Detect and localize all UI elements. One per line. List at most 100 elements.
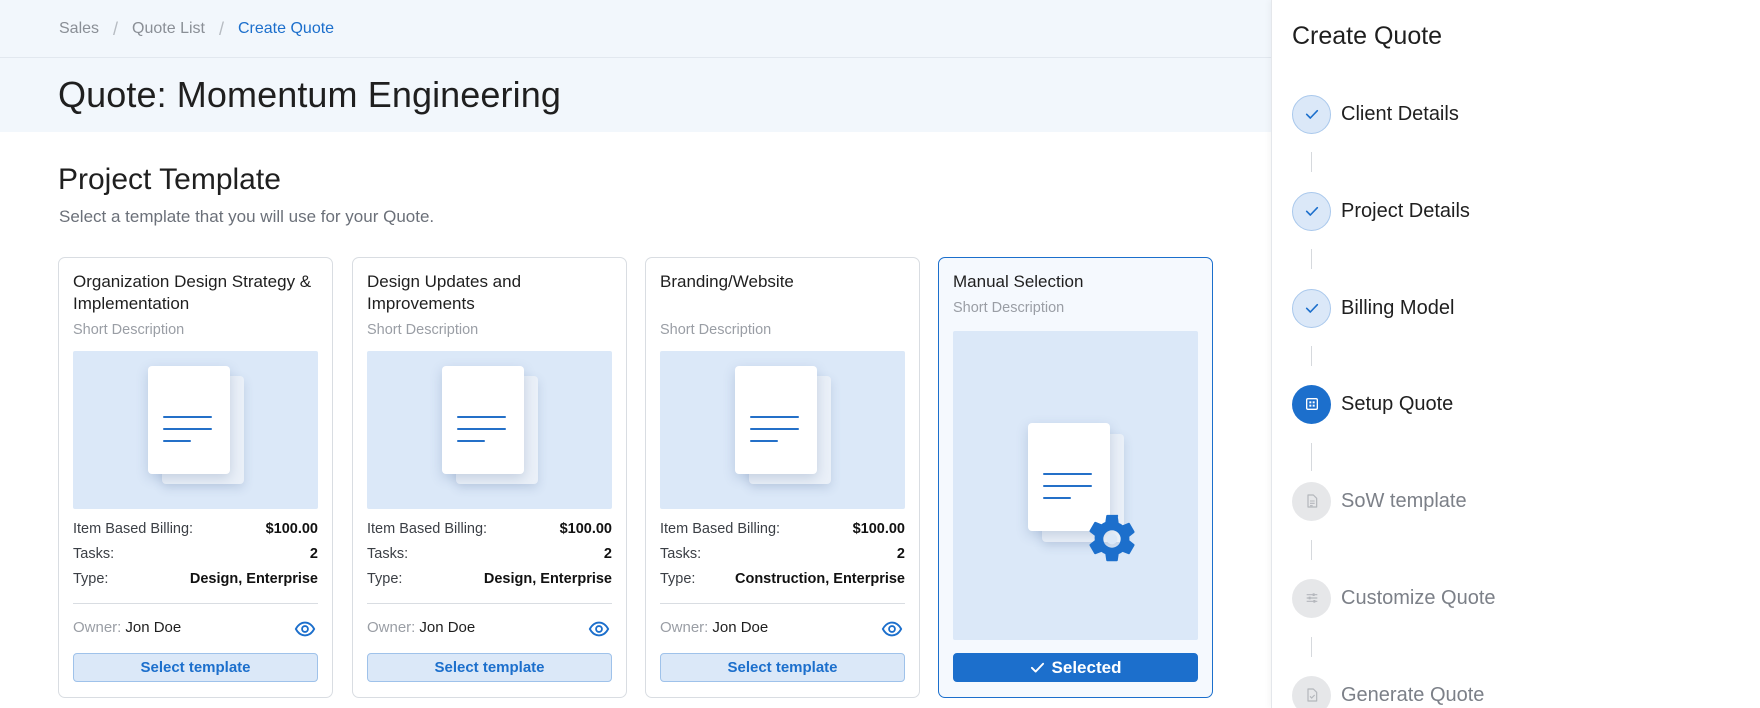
breadcrumb-current: Create Quote	[238, 20, 335, 37]
owner-label: Owner:	[73, 619, 122, 636]
page-title: Quote: Momentum Engineering	[58, 74, 561, 115]
type-value: Construction, Enterprise	[735, 571, 905, 587]
step-connector	[1311, 249, 1312, 269]
template-card-2[interactable]: Design Updates and Improvements Short De…	[352, 257, 627, 698]
card-title: Organization Design Strategy & Implement…	[73, 272, 312, 313]
owner-label: Owner:	[367, 619, 416, 636]
step-status-done	[1292, 191, 1331, 231]
selected-button[interactable]: Selected	[953, 653, 1198, 682]
billing-row: Item Based Billing: $100.00	[660, 520, 905, 545]
step-project-details[interactable]: Project Details	[1292, 191, 1470, 231]
card-short-description: Short Description	[367, 322, 479, 338]
step-connector	[1311, 443, 1312, 471]
billing-value: $100.00	[559, 521, 612, 537]
header-divider	[0, 57, 1271, 58]
step-label: Customize Quote	[1341, 586, 1496, 609]
select-template-button[interactable]: Select template	[367, 653, 612, 682]
owner-name: Jon Doe	[419, 619, 476, 636]
tasks-value: 2	[603, 546, 612, 562]
check-icon	[1030, 662, 1044, 673]
step-label: Project Details	[1341, 199, 1470, 222]
card-short-description: Short Description	[953, 300, 1065, 316]
breadcrumb-separator: /	[113, 18, 119, 39]
tasks-label: Tasks:	[367, 546, 409, 562]
type-label: Type:	[367, 571, 403, 587]
tasks-value: 2	[896, 546, 905, 562]
template-preview	[660, 351, 905, 509]
step-connector	[1311, 637, 1312, 657]
step-status-done	[1292, 288, 1331, 328]
card-divider	[660, 603, 905, 604]
billing-label: Item Based Billing:	[660, 521, 781, 537]
card-details: Item Based Billing: $100.00 Tasks: 2 Typ…	[660, 520, 905, 595]
step-client-details[interactable]: Client Details	[1292, 94, 1459, 134]
step-status-active	[1292, 384, 1331, 424]
step-status-pending	[1292, 481, 1331, 521]
document-check-icon	[1306, 688, 1317, 702]
type-label: Type:	[73, 571, 109, 587]
billing-value: $100.00	[852, 521, 905, 537]
card-short-description: Short Description	[73, 322, 185, 338]
step-label: Setup Quote	[1341, 392, 1454, 415]
billing-label: Item Based Billing:	[73, 521, 194, 537]
step-connector	[1311, 540, 1312, 560]
sidebar-title: Create Quote	[1292, 22, 1443, 50]
breadcrumb-separator: /	[218, 18, 224, 39]
owner-label: Owner:	[660, 619, 709, 636]
billing-row: Item Based Billing: $100.00	[73, 520, 318, 545]
step-generate-quote[interactable]: Generate Quote	[1292, 675, 1484, 708]
owner: Owner: Jon Doe	[367, 619, 475, 636]
eye-icon[interactable]	[881, 618, 903, 640]
tasks-label: Tasks:	[660, 546, 702, 562]
step-billing-model[interactable]: Billing Model	[1292, 288, 1454, 328]
billing-row: Item Based Billing: $100.00	[367, 520, 612, 545]
breadcrumb-item-quote-list[interactable]: Quote List	[132, 20, 205, 38]
type-row: Type: Design, Enterprise	[367, 570, 612, 595]
billing-label: Item Based Billing:	[367, 521, 488, 537]
step-status-done	[1292, 94, 1331, 134]
card-divider	[367, 603, 612, 604]
check-icon	[1305, 206, 1318, 216]
main-content: Sales / Quote List / Create Quote Quote:…	[0, 0, 1271, 708]
step-label: Generate Quote	[1341, 683, 1485, 706]
type-label: Type:	[660, 571, 696, 587]
step-label: Client Details	[1341, 102, 1459, 125]
template-preview	[73, 351, 318, 509]
check-icon	[1305, 109, 1318, 119]
type-row: Type: Construction, Enterprise	[660, 570, 905, 595]
template-preview	[367, 351, 612, 509]
template-card-manual-selection[interactable]: Manual Selection Short Description Selec…	[938, 257, 1213, 698]
type-row: Type: Design, Enterprise	[73, 570, 318, 595]
step-connector	[1311, 346, 1312, 366]
card-title: Manual Selection	[953, 272, 1084, 291]
page-header: Sales / Quote List / Create Quote Quote:…	[0, 0, 1271, 132]
template-card-1[interactable]: Organization Design Strategy & Implement…	[58, 257, 333, 698]
check-icon	[1305, 303, 1318, 313]
card-title: Branding/Website	[660, 272, 794, 291]
step-customize-quote[interactable]: Customize Quote	[1292, 578, 1496, 618]
card-divider	[73, 603, 318, 604]
calculator-icon	[1305, 398, 1318, 410]
owner-name: Jon Doe	[125, 619, 182, 636]
type-value: Design, Enterprise	[189, 571, 318, 587]
document-icon	[148, 366, 230, 474]
billing-value: $100.00	[265, 521, 318, 537]
step-label: SoW template	[1341, 489, 1467, 512]
select-template-button[interactable]: Select template	[660, 653, 905, 682]
tasks-label: Tasks:	[73, 546, 115, 562]
document-icon	[1306, 494, 1317, 508]
step-label: Billing Model	[1341, 296, 1455, 319]
step-status-pending	[1292, 578, 1331, 618]
eye-icon[interactable]	[294, 618, 316, 640]
step-sow-template[interactable]: SoW template	[1292, 481, 1467, 521]
step-setup-quote[interactable]: Setup Quote	[1292, 384, 1453, 424]
tasks-row: Tasks: 2	[660, 545, 905, 570]
template-card-3[interactable]: Branding/Website Short Description Item …	[645, 257, 920, 698]
create-quote-sidebar: Create Quote Client Details Project Deta…	[1271, 0, 1760, 708]
type-value: Design, Enterprise	[483, 571, 612, 587]
breadcrumb-item-sales[interactable]: Sales	[59, 20, 99, 38]
eye-icon[interactable]	[588, 618, 610, 640]
breadcrumb: Sales / Quote List / Create Quote	[59, 19, 334, 39]
select-template-button[interactable]: Select template	[73, 653, 318, 682]
section-title: Project Template	[58, 163, 281, 196]
